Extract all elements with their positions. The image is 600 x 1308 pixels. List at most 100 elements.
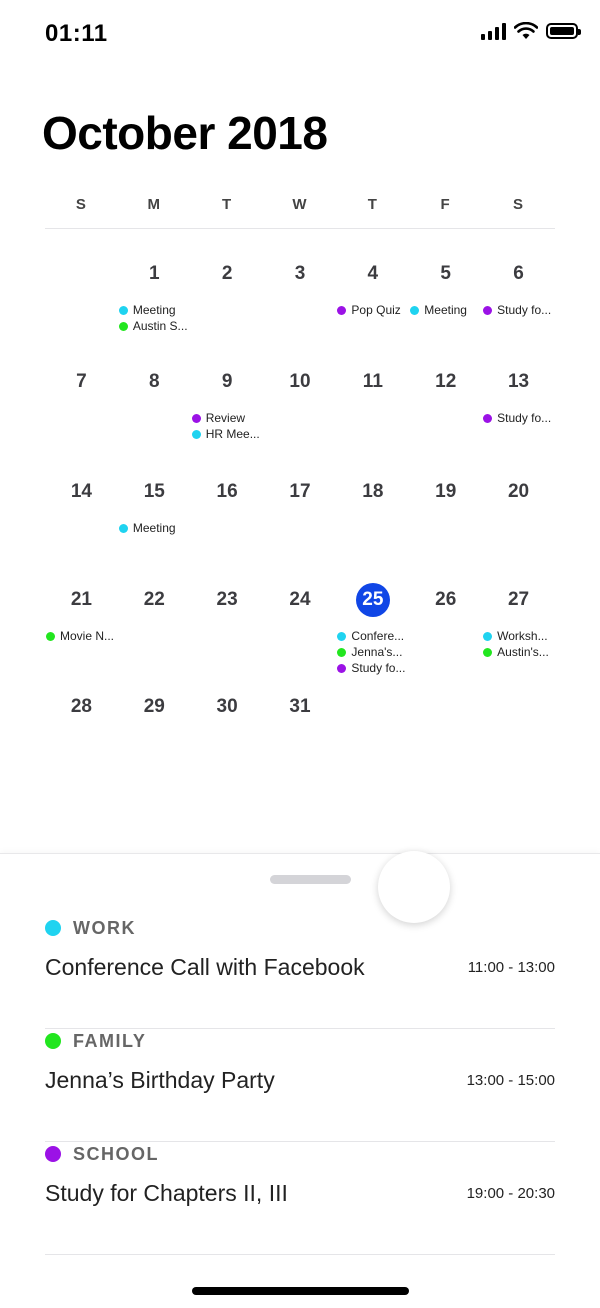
date-number: 24 — [289, 589, 311, 610]
day-events: Study fo... — [482, 302, 555, 318]
school-event-dot — [483, 305, 493, 315]
event-title: Study for Chapters II, III — [45, 1180, 288, 1206]
day-cell[interactable]: 9 Review HR Mee... — [191, 365, 264, 465]
date-number: 29 — [143, 696, 165, 717]
day-cell[interactable]: 20 — [482, 475, 555, 575]
event-chip-label: Confere... — [351, 629, 405, 643]
event-chip-label: Jenna's... — [351, 645, 403, 659]
day-cell[interactable]: 25 Confere... Jenna's... Study fo... — [336, 583, 409, 683]
event-chip[interactable]: HR Mee... — [191, 426, 264, 442]
event-chip[interactable]: Study fo... — [482, 410, 555, 426]
event-chip[interactable]: Study fo... — [482, 302, 555, 318]
day-cell[interactable]: 4 Pop Quiz — [336, 257, 409, 357]
work-event-dot — [337, 631, 347, 641]
day-events: Study fo... — [482, 410, 555, 426]
event-chip[interactable]: Review — [191, 410, 264, 426]
event-chip-label: Study fo... — [351, 661, 406, 675]
day-cell[interactable]: 1 Meeting Austin S... — [118, 257, 191, 357]
day-cell[interactable]: 12 — [409, 365, 482, 465]
date-number: 16 — [216, 481, 238, 502]
day-cell[interactable]: 26 — [409, 583, 482, 683]
event-chip[interactable]: Austin S... — [118, 318, 191, 334]
school-event-dot — [191, 413, 201, 423]
category-label: SCHOOL — [73, 1143, 160, 1164]
sheet-grabber-handle[interactable] — [270, 875, 351, 884]
day-cell[interactable]: 27 Worksh... Austin's... — [482, 583, 555, 683]
today-date-number: 25 — [336, 583, 409, 617]
day-cell[interactable]: 7 — [45, 365, 118, 465]
day-cell[interactable]: 16 — [191, 475, 264, 575]
event-time: 13:00 - 15:00 — [466, 1072, 555, 1089]
day-events: Worksh... Austin's... — [482, 628, 555, 660]
date-number: 18 — [362, 481, 384, 502]
day-cell[interactable]: 29 — [118, 690, 191, 790]
event-chip[interactable]: Austin's... — [482, 644, 555, 660]
date-number: 3 — [294, 263, 306, 284]
work-event-dot — [118, 523, 128, 533]
family-event-dot — [46, 631, 55, 641]
day-events: Movie N... — [45, 628, 118, 644]
event-chip[interactable]: Movie N... — [45, 628, 118, 644]
day-cell[interactable]: 17 — [264, 475, 337, 575]
date-number: 7 — [76, 371, 87, 392]
agenda-item[interactable]: SCHOOL Study for Chapters II, III 19:00 … — [45, 1142, 555, 1255]
date-number: 2 — [221, 263, 233, 284]
day-events: Pop Quiz — [336, 302, 409, 318]
category-header: FAMILY — [45, 1029, 146, 1053]
event-chip[interactable]: Jenna's... — [336, 644, 409, 660]
school-event-dot — [483, 413, 493, 423]
day-cell[interactable]: 22 — [118, 583, 191, 683]
family-event-dot — [337, 647, 347, 657]
event-chip[interactable]: Confere... — [336, 628, 409, 644]
day-cell[interactable]: 15 Meeting — [118, 475, 191, 575]
day-cell[interactable]: 18 — [336, 475, 409, 575]
day-cell[interactable]: 30 — [191, 690, 264, 790]
day-cell[interactable]: 5 Meeting — [409, 257, 482, 357]
agenda-item[interactable]: FAMILY Jenna’s Birthday Party 13:00 - 15… — [45, 1029, 555, 1142]
category-dot — [45, 920, 61, 936]
school-event-dot — [337, 305, 347, 315]
event-chip-label: Meeting — [132, 521, 176, 535]
event-chip[interactable]: Meeting — [118, 520, 191, 536]
day-cell[interactable]: 2 — [191, 257, 264, 357]
day-cell[interactable]: 3 — [264, 257, 337, 357]
day-cell[interactable]: 23 — [191, 583, 264, 683]
category-dot — [45, 1033, 61, 1049]
event-chip-label: Austin S... — [132, 319, 188, 333]
date-number: 26 — [435, 589, 457, 610]
event-chip[interactable]: Meeting — [118, 302, 191, 318]
event-chip[interactable]: Meeting — [409, 302, 482, 318]
event-time: 11:00 - 13:00 — [467, 959, 555, 976]
date-number: 11 — [362, 371, 383, 392]
school-event-dot — [337, 663, 347, 673]
date-number: 4 — [367, 263, 379, 284]
event-chip[interactable]: Study fo... — [336, 660, 409, 676]
agenda-sheet: WORK Conference Call with Facebook 11:00… — [0, 851, 600, 1308]
event-chip-label: HR Mee... — [205, 427, 260, 441]
day-cell[interactable]: 11 — [336, 365, 409, 465]
date-number: 17 — [289, 481, 311, 502]
day-cell[interactable]: 8 — [118, 365, 191, 465]
agenda-item[interactable]: WORK Conference Call with Facebook 11:00… — [45, 916, 555, 1029]
event-time: 19:00 - 20:30 — [466, 1185, 555, 1202]
date-number: 6 — [513, 263, 524, 284]
day-cell[interactable]: 28 — [45, 690, 118, 790]
event-chip[interactable]: Worksh... — [482, 628, 555, 644]
day-cell[interactable]: 19 — [409, 475, 482, 575]
day-cell[interactable]: 21 Movie N... — [45, 583, 118, 683]
date-number: 13 — [507, 371, 530, 392]
day-cell[interactable]: 13 Study fo... — [482, 365, 555, 465]
event-chip[interactable]: Pop Quiz — [336, 302, 409, 318]
day-cell[interactable]: 14 — [45, 475, 118, 575]
day-cell[interactable]: 10 — [264, 365, 337, 465]
date-number: 22 — [143, 589, 165, 610]
floating-action-button[interactable] — [378, 851, 450, 923]
date-number: 1 — [148, 263, 160, 284]
date-number: 31 — [289, 696, 311, 717]
day-cell[interactable]: 24 — [264, 583, 337, 683]
day-events: Confere... Jenna's... Study fo... — [336, 628, 409, 676]
day-cell[interactable]: 31 — [264, 690, 337, 790]
event-chip-label: Study fo... — [497, 411, 552, 425]
date-number: 27 — [507, 589, 530, 610]
day-cell[interactable]: 6 Study fo... — [482, 257, 555, 357]
